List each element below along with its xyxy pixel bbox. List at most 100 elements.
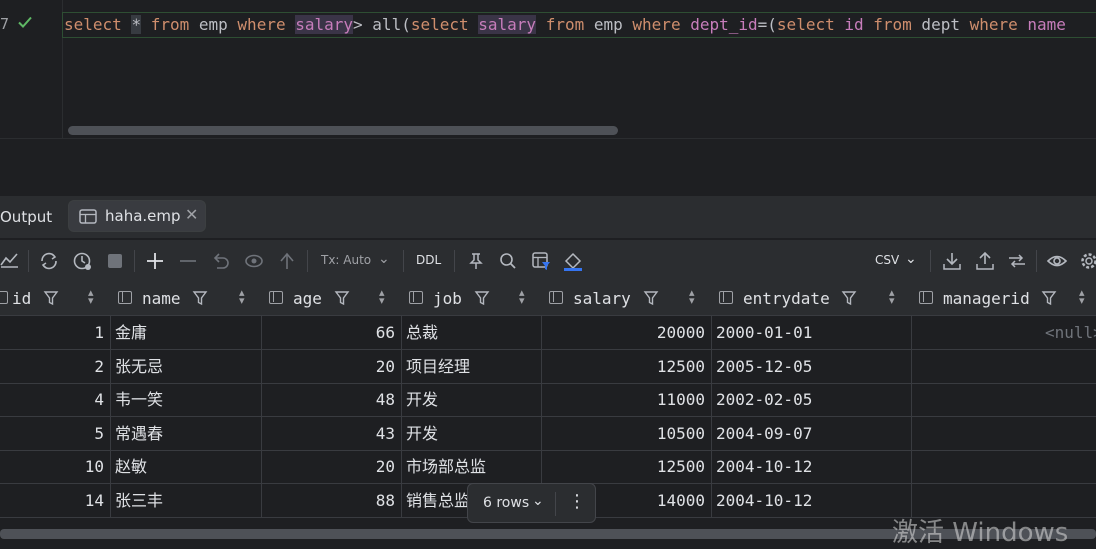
filter-icon[interactable] — [43, 290, 59, 306]
cell-entrydate[interactable]: 2002-02-05 — [716, 383, 812, 416]
compare-icon[interactable] — [1006, 250, 1028, 272]
results-tab-bar: Output haha.emp ✕ — [0, 196, 1096, 238]
cell-salary[interactable]: 10500 — [541, 417, 705, 450]
add-row-icon[interactable] — [144, 250, 166, 272]
tab-haha-emp[interactable]: haha.emp ✕ — [68, 200, 206, 232]
cell-name[interactable]: 常遇春 — [115, 417, 163, 450]
code-token: select — [776, 15, 835, 34]
paint-bucket-icon[interactable] — [562, 250, 584, 272]
cell-managerid[interactable]: <null> — [1045, 316, 1096, 349]
cell-name[interactable]: 金庸 — [115, 316, 147, 349]
delete-row-icon[interactable] — [177, 250, 199, 272]
table-row[interactable]: 1 金庸 66 总裁 20000 2000-01-01 <null> — [0, 316, 1096, 350]
cell-name[interactable]: 韦一笑 — [115, 383, 163, 416]
chart-icon[interactable] — [0, 250, 22, 272]
cell-job[interactable]: 开发 — [406, 417, 438, 450]
cell-age[interactable]: 20 — [261, 450, 395, 483]
sort-icon[interactable]: ▴ ▾ — [379, 287, 385, 306]
cell-entrydate[interactable]: 2005-12-05 — [716, 350, 812, 383]
cell-salary[interactable]: 11000 — [541, 383, 705, 416]
sort-icon[interactable]: ▴ ▾ — [88, 287, 94, 306]
download-icon[interactable] — [941, 250, 963, 272]
cell-name[interactable]: 张无忌 — [115, 350, 163, 383]
chevron-down-icon[interactable]: ⌄ — [532, 493, 544, 509]
cell-job[interactable]: 销售总监 — [406, 484, 470, 517]
chevron-down-icon[interactable]: ⌄ — [378, 251, 390, 267]
cell-age[interactable]: 48 — [261, 383, 395, 416]
ddl-button[interactable]: DDL — [416, 253, 441, 267]
filter-icon[interactable] — [334, 290, 350, 306]
row-count-dropdown[interactable]: 6 rows — [483, 495, 529, 511]
filter-icon[interactable] — [1041, 290, 1057, 306]
revert-icon[interactable] — [210, 250, 232, 272]
table-row[interactable]: 4 韦一笑 48 开发 11000 2002-02-05 — [0, 383, 1096, 418]
cell-age[interactable]: 43 — [261, 417, 395, 450]
export-format-dropdown[interactable]: CSV — [875, 253, 899, 267]
cell-id[interactable]: 1 — [0, 316, 104, 349]
upload-icon[interactable] — [974, 250, 996, 272]
close-icon[interactable]: ✕ — [185, 205, 198, 224]
eye-icon[interactable] — [1046, 250, 1068, 272]
sort-icon[interactable]: ▴ ▾ — [519, 287, 525, 306]
cell-entrydate[interactable]: 2004-09-07 — [716, 417, 812, 450]
refresh-icon[interactable] — [38, 250, 60, 272]
editor-horizontal-scrollbar[interactable] — [68, 126, 618, 135]
code-line[interactable]: select * from emp where salary> all(sele… — [64, 13, 1066, 37]
column-header-age[interactable]: age ▴ ▾ — [261, 281, 401, 315]
cell-entrydate[interactable]: 2004-10-12 — [716, 450, 812, 483]
preview-changes-icon[interactable] — [243, 250, 265, 272]
pin-icon[interactable] — [465, 250, 487, 272]
sql-editor[interactable]: 7 select * from emp where salary> all(se… — [0, 0, 1096, 138]
sort-icon[interactable]: ▴ ▾ — [1079, 287, 1085, 306]
stop-icon[interactable] — [104, 250, 126, 272]
filter-icon[interactable] — [643, 290, 659, 306]
cell-id[interactable]: 4 — [0, 383, 104, 416]
cell-entrydate[interactable]: 2004-10-12 — [716, 484, 812, 517]
cell-id[interactable]: 14 — [0, 484, 104, 517]
gear-icon[interactable] — [1078, 250, 1096, 272]
column-header-managerid[interactable]: managerid ▴ ▾ — [911, 281, 1096, 315]
cell-age[interactable]: 66 — [261, 316, 395, 349]
submit-icon[interactable] — [276, 250, 298, 272]
cell-name[interactable]: 张三丰 — [115, 484, 163, 517]
cell-age[interactable]: 20 — [261, 350, 395, 383]
column-header-salary[interactable]: salary ▴ ▾ — [541, 281, 711, 315]
cell-salary[interactable]: 12500 — [541, 350, 705, 383]
sort-icon[interactable]: ▴ ▾ — [239, 287, 245, 306]
cell-name[interactable]: 赵敏 — [115, 450, 147, 483]
cell-salary[interactable]: 20000 — [541, 316, 705, 349]
cell-job[interactable]: 市场部总监 — [406, 450, 486, 483]
tab-output[interactable]: Output — [0, 208, 52, 226]
column-header-entrydate[interactable]: entrydate ▴ ▾ — [711, 281, 911, 315]
column-header-name[interactable]: name ▴ ▾ — [110, 281, 261, 315]
column-header-job[interactable]: job ▴ ▾ — [401, 281, 541, 315]
table-row[interactable]: 2 张无忌 20 项目经理 12500 2005-12-05 — [0, 350, 1096, 384]
cell-id[interactable]: 10 — [0, 450, 104, 483]
cell-entrydate[interactable]: 2000-01-01 — [716, 316, 812, 349]
chevron-down-icon[interactable]: ⌄ — [905, 251, 917, 267]
table-row[interactable]: 5 常遇春 43 开发 10500 2004-09-07 — [0, 417, 1096, 451]
cell-id[interactable]: 5 — [0, 417, 104, 450]
cell-salary[interactable]: 12500 — [541, 450, 705, 483]
cell-job[interactable]: 总裁 — [406, 316, 438, 349]
cell-id[interactable]: 2 — [0, 350, 104, 383]
row-count-popup[interactable]: 6 rows ⌄ ⋮ — [467, 483, 596, 523]
tx-mode-dropdown[interactable]: Tx: Auto — [321, 253, 371, 267]
filter-view-icon[interactable] — [530, 250, 552, 272]
cell-age[interactable]: 88 — [261, 484, 395, 517]
filter-icon[interactable] — [192, 290, 208, 306]
column-divider — [711, 316, 712, 518]
filter-icon[interactable] — [841, 290, 857, 306]
history-icon[interactable] — [71, 250, 93, 272]
cell-job[interactable]: 开发 — [406, 383, 438, 416]
column-header-id[interactable]: id ▴ ▾ — [0, 281, 110, 315]
more-options-icon[interactable]: ⋮ — [568, 491, 586, 512]
sort-icon[interactable]: ▴ ▾ — [689, 287, 695, 306]
sort-icon[interactable]: ▴ ▾ — [889, 287, 895, 306]
popup-divider — [555, 492, 556, 516]
table-row[interactable]: 10 赵敏 20 市场部总监 12500 2004-10-12 — [0, 450, 1096, 485]
search-icon[interactable] — [497, 250, 519, 272]
cell-job[interactable]: 项目经理 — [406, 350, 470, 383]
filter-icon[interactable] — [474, 290, 490, 306]
